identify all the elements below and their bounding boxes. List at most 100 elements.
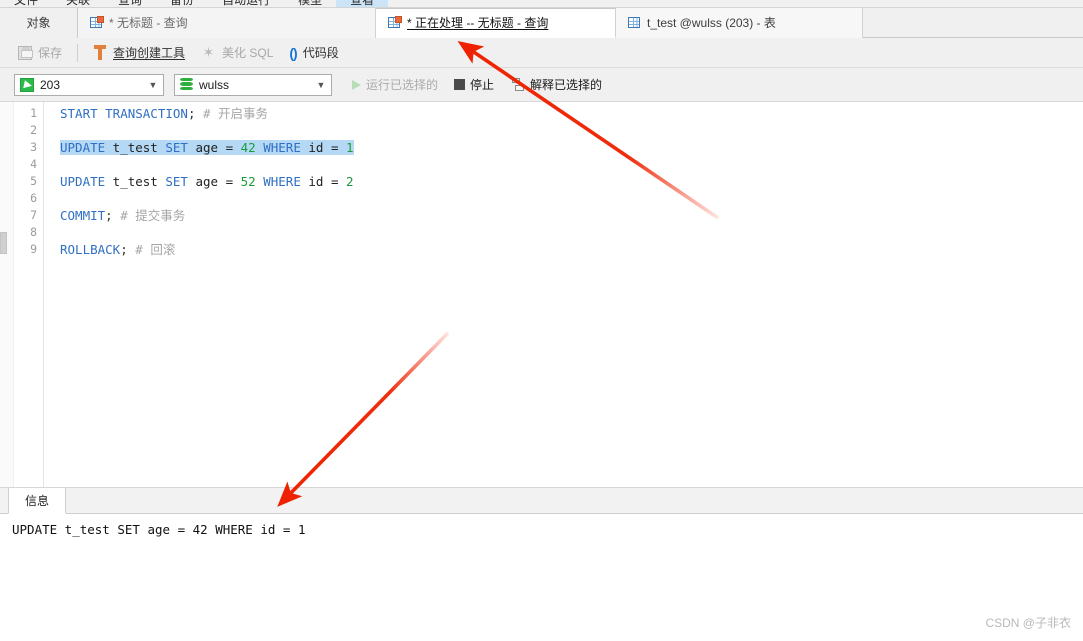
query-builder-button[interactable]: 查询创建工具 (85, 41, 193, 65)
code-token: ROLLBACK (60, 242, 121, 257)
code-token: t_test (105, 140, 166, 155)
line-number: 2 (30, 123, 37, 137)
beautify-sql-label: 美化 SQL (222, 46, 274, 60)
run-selected-label: 运行已选择的 (366, 78, 439, 92)
line-number: 1 (30, 106, 37, 120)
play-icon (352, 79, 361, 90)
tab-t-test-table-label: t_test @wulss (203) - 表 (647, 16, 776, 30)
ribbon-tab-label: 文件 (14, 0, 39, 7)
connection-select[interactable]: 203 ▼ (14, 73, 164, 96)
beautify-sql-button[interactable]: ✶ 美化 SQL (193, 41, 281, 65)
code-token: # 开启事务 (195, 106, 269, 121)
code-line[interactable]: START TRANSACTION; # 开启事务 (44, 105, 268, 122)
tab-info[interactable]: 信息 (8, 488, 67, 514)
connection-select-value: 203 (40, 77, 61, 92)
tab-t-test-table[interactable]: t_test @wulss (203) - 表 (616, 8, 863, 38)
ribbon-tab-0[interactable]: 文件 (0, 0, 52, 7)
explain-icon (510, 77, 525, 92)
code-line[interactable] (44, 190, 60, 207)
code-token: age = (187, 140, 241, 155)
code-token: SET (165, 174, 188, 189)
tab-objects[interactable]: 对象 (0, 8, 78, 38)
ribbon-tab-3[interactable]: 备份 (156, 0, 208, 7)
explain-selected-label: 解释已选择的 (530, 78, 603, 92)
tab-untitled-query[interactable]: * 无标题 - 查询 (78, 8, 376, 38)
ribbon-tab-label: 关联 (66, 0, 91, 7)
chevron-down-icon: ▼ (316, 79, 326, 90)
line-number: 6 (30, 191, 37, 205)
results-tab-bar: 信息 (0, 488, 1083, 514)
database-icon (180, 77, 193, 92)
tab-info-label: 信息 (25, 494, 50, 508)
editor-toolbar: 保存 查询创建工具 ✶ 美化 SQL () 代码段 (0, 38, 1083, 68)
code-token: ; (120, 242, 128, 257)
stop-button[interactable]: 停止 (446, 73, 502, 97)
save-button-label: 保存 (38, 46, 63, 60)
code-token: UPDATE (60, 174, 106, 189)
code-line-text: START TRANSACTION; # 开启事务 (60, 106, 268, 121)
database-select[interactable]: wulss ▼ (174, 73, 332, 96)
explain-selected-button[interactable]: 解释已选择的 (502, 73, 610, 97)
connection-bar: 203 ▼ wulss ▼ 运行已选择的 停止 解释已选择的 (0, 68, 1083, 102)
code-token: 1 (346, 140, 354, 155)
editor-gutter: 1 2 3 4 5 6 7 8 9 (0, 102, 44, 487)
code-line[interactable]: UPDATE t_test SET age = 52 WHERE id = 2 (44, 173, 354, 190)
parentheses-icon: () (289, 44, 297, 61)
code-line[interactable] (44, 156, 60, 173)
code-token: # 回滚 (127, 242, 176, 257)
line-number: 3 (30, 140, 37, 154)
ribbon-tab-label: 查询 (118, 0, 143, 7)
sql-editor[interactable]: 1 2 3 4 5 6 7 8 9 START TRANSACTION; # 开启事务 UPDAT… (0, 102, 1083, 488)
navicat-query-window: 文件 关联 查询 备份 自动运行 模型 查看 对象 * 无标题 - 查询 * 正在处理 --… (0, 0, 1083, 641)
code-token: WHERE (263, 174, 301, 189)
code-token: 2 (346, 174, 354, 189)
ribbon-tab-5[interactable]: 模型 (284, 0, 336, 7)
sql-code-area[interactable]: START TRANSACTION; # 开启事务 UPDATE t_test S… (44, 102, 1083, 487)
stop-label: 停止 (470, 78, 495, 92)
toolbar-divider (77, 43, 79, 62)
line-number: 7 (30, 208, 37, 222)
stop-icon (454, 79, 466, 90)
run-selected-button[interactable]: 运行已选择的 (344, 73, 446, 97)
ribbon-tab-label: 备份 (170, 0, 195, 7)
code-line[interactable]: COMMIT; # 提交事务 (44, 207, 185, 224)
code-token: START TRANSACTION (60, 106, 188, 121)
code-token: t_test (105, 174, 166, 189)
code-token: SET (165, 140, 188, 155)
code-line-selected: UPDATE t_test SET age = 42 WHERE id = 1 (60, 140, 354, 155)
code-snippet-label: 代码段 (302, 46, 339, 60)
code-line[interactable] (44, 224, 60, 241)
tab-processing-query[interactable]: * 正在处理 -- 无标题 - 查询 (376, 8, 616, 38)
ribbon-tab-4[interactable]: 自动运行 (208, 0, 284, 7)
code-token: id = (300, 174, 347, 189)
code-token: 42 (240, 140, 256, 155)
connection-icon (20, 77, 34, 92)
query-builder-icon (93, 45, 107, 60)
code-token: age = (187, 174, 241, 189)
save-button[interactable]: 保存 (10, 41, 70, 65)
ribbon-tab-label: 模型 (298, 0, 323, 7)
save-icon (18, 45, 33, 60)
line-number: 9 (30, 242, 37, 256)
ribbon-tab-2[interactable]: 查询 (104, 0, 156, 7)
code-line-text: COMMIT; # 提交事务 (60, 208, 185, 223)
results-output-body[interactable]: UPDATE t_test SET age = 42 WHERE id = 1 (0, 514, 1083, 641)
document-tab-bar: 对象 * 无标题 - 查询 * 正在处理 -- 无标题 - 查询 t_test … (0, 8, 1083, 38)
watermark-label: CSDN @子非衣 (985, 616, 1071, 630)
ribbon-tab-6[interactable]: 查看 (336, 0, 389, 7)
line-number: 5 (30, 174, 37, 188)
chevron-down-icon: ▼ (148, 79, 158, 90)
code-line[interactable] (44, 122, 60, 139)
code-token: UPDATE (60, 140, 106, 155)
code-line[interactable]: UPDATE t_test SET age = 42 WHERE id = 1 (44, 139, 354, 156)
code-token: COMMIT (60, 208, 106, 223)
tab-processing-query-label: * 正在处理 -- 无标题 - 查询 (407, 16, 549, 30)
grid-table-icon (388, 15, 402, 30)
sidebar-splitter-handle[interactable] (0, 232, 7, 254)
code-line[interactable]: ROLLBACK; # 回滚 (44, 241, 175, 258)
code-line-text: ROLLBACK; # 回滚 (60, 242, 175, 257)
results-output-line: UPDATE t_test SET age = 42 WHERE id = 1 (12, 522, 306, 537)
code-snippet-button[interactable]: () 代码段 (281, 41, 346, 65)
ribbon-tab-1[interactable]: 关联 (52, 0, 104, 7)
code-line-text: UPDATE t_test SET age = 52 WHERE id = 2 (60, 174, 354, 189)
